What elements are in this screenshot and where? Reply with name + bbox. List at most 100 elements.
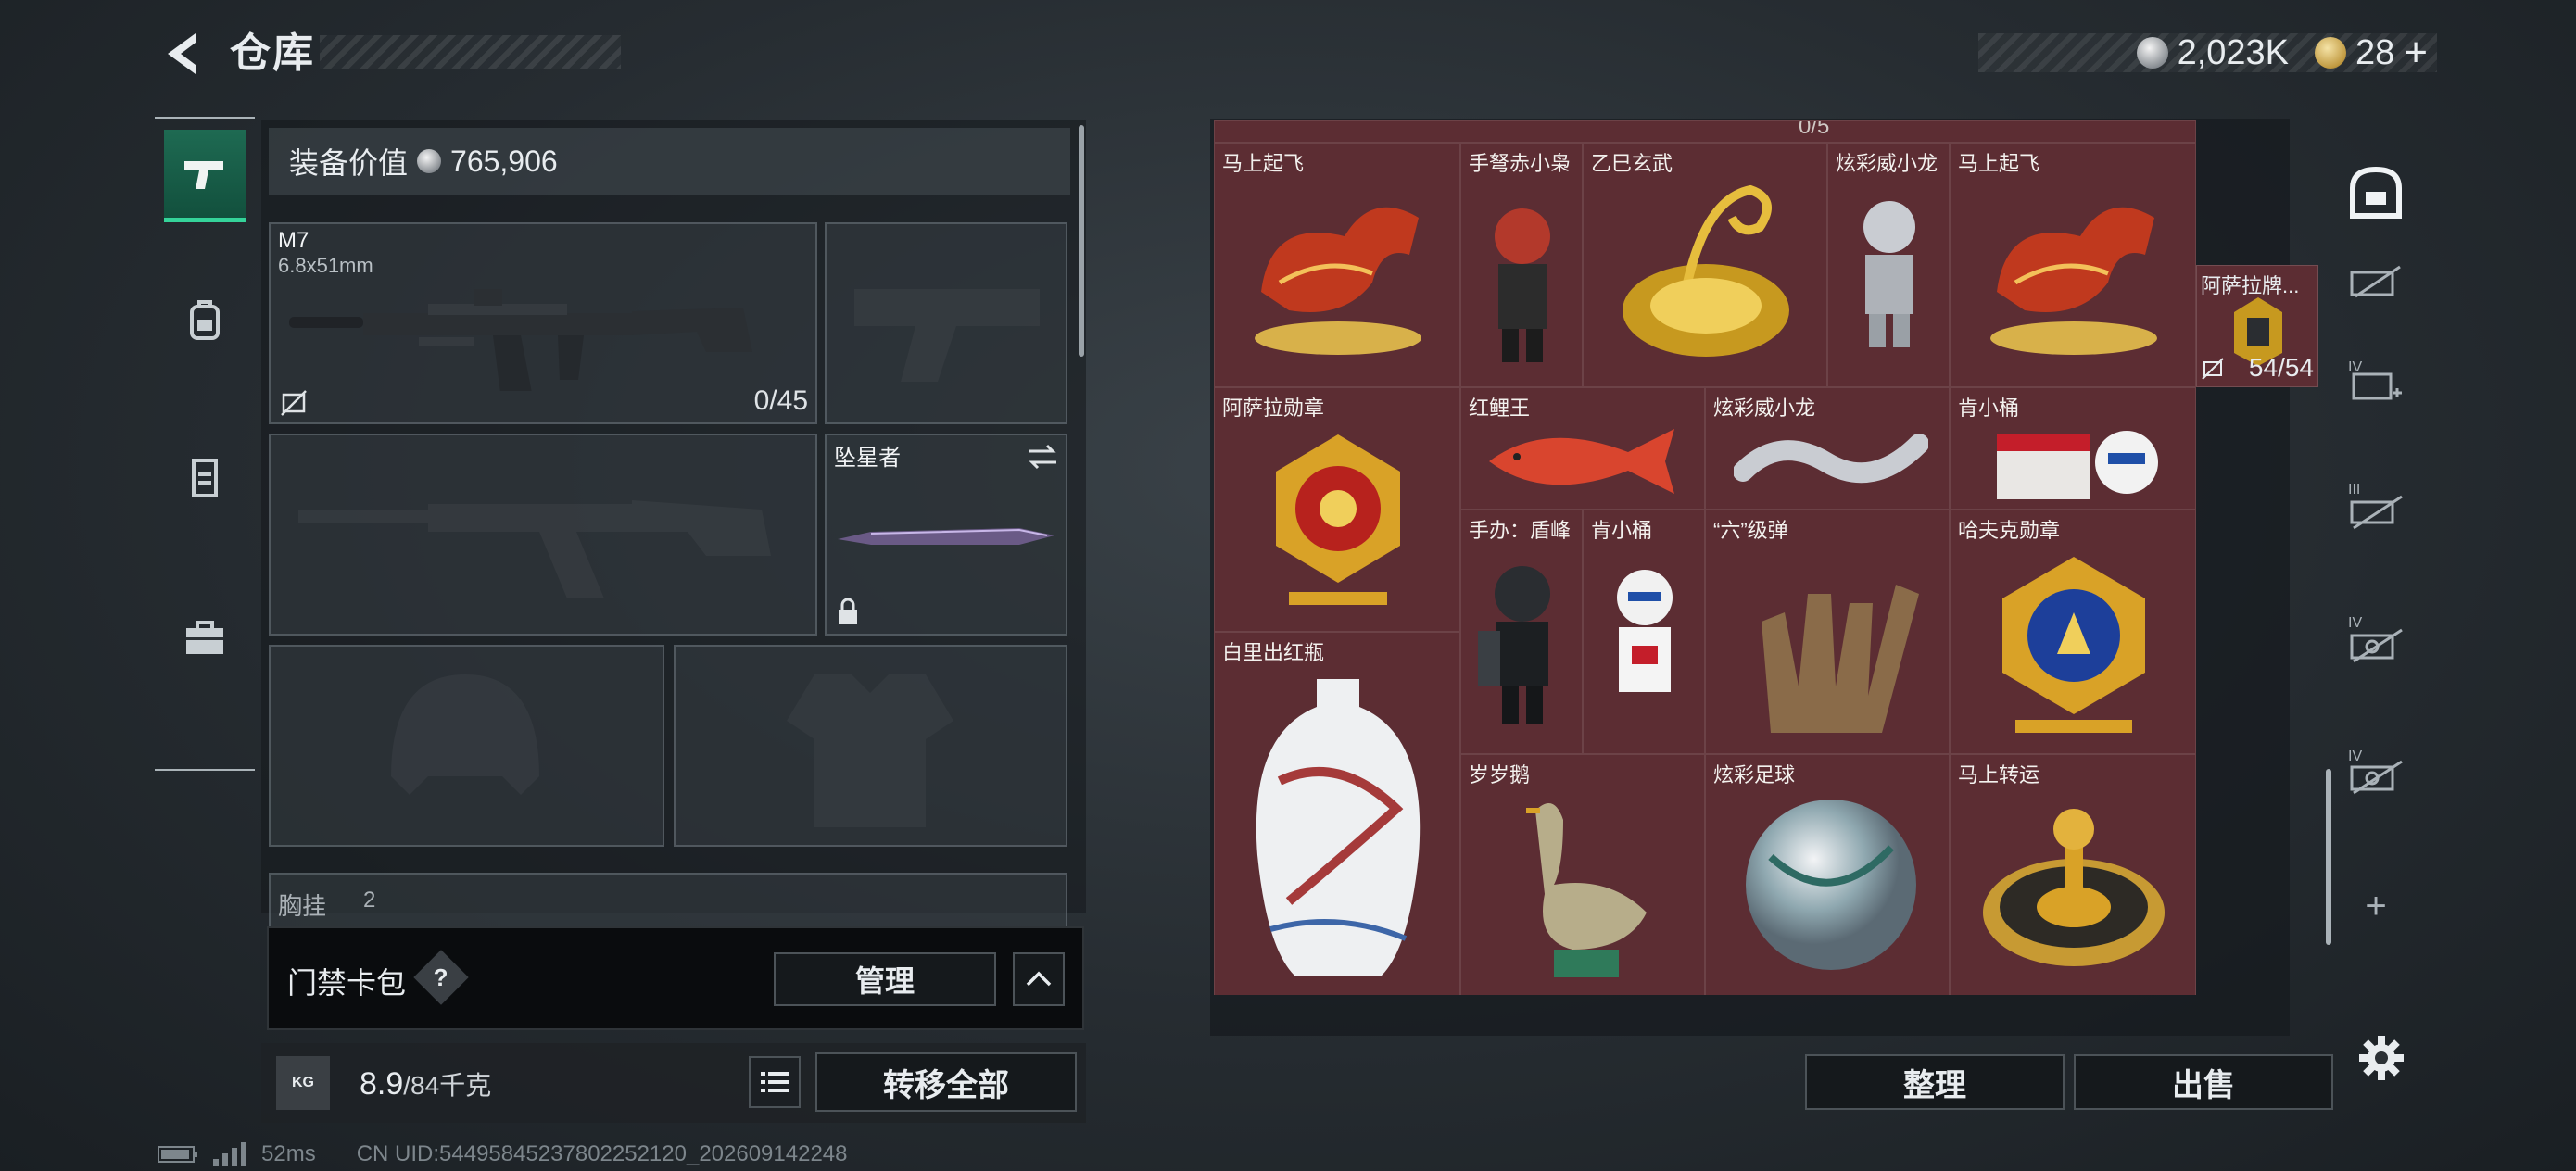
inventory-item[interactable]: 炫彩威小龙: [1827, 143, 1950, 387]
backpack-icon: [190, 300, 220, 340]
inventory-item[interactable]: “六”级弹: [1705, 510, 1950, 754]
signal-icon: [213, 1142, 246, 1166]
weapon-ammo: 0/45: [753, 385, 808, 416]
list-view-button[interactable]: [749, 1056, 801, 1108]
vase-icon: [1256, 679, 1421, 976]
back-button[interactable]: [153, 26, 208, 82]
inventory-item[interactable]: 阿萨拉勋章: [1214, 387, 1460, 632]
gold-coin-icon: [2315, 37, 2347, 69]
inventory-item[interactable]: 马上转运: [1950, 754, 2196, 995]
item-label: 肯小桶: [1591, 519, 1653, 542]
item-label: 马上转运: [1958, 763, 2040, 787]
inventory-grid[interactable]: 0/5 马上起飞 手弩赤小枭 乙巳玄武 炫彩威小龙 马上起飞 阿萨拉勋章 红鲤王…: [1214, 120, 2196, 995]
swap-icon[interactable]: [1027, 443, 1058, 471]
item-label: 手办：盾峰: [1469, 519, 1572, 542]
add-container-button[interactable]: +: [2342, 873, 2409, 939]
helmet-slot[interactable]: [269, 645, 664, 847]
transfer-all-button[interactable]: 转移全部: [815, 1052, 1077, 1112]
gold-amount: 28: [2355, 32, 2395, 72]
figure-silver-icon: [1863, 201, 1915, 347]
inventory-item[interactable]: 白里出红瓶: [1214, 632, 1460, 995]
nav-backpack[interactable]: [164, 274, 246, 367]
rail-container-3[interactable]: [2342, 478, 2409, 545]
list-icon: [761, 1072, 789, 1092]
chest-rig-label: 胸挂: [278, 892, 327, 920]
back-arrow-icon: [168, 33, 196, 74]
gold-serpent-icon: [1623, 184, 1789, 357]
primary-weapon-slot[interactable]: M7 6.8x51mm 0/45: [269, 222, 817, 424]
fish-icon: [1489, 429, 1674, 494]
fortune-wheel-icon: [1983, 809, 2165, 966]
chevron-up-icon: [1026, 971, 1052, 987]
item-label: 阿萨拉勋章: [1222, 397, 1325, 420]
no-attachment-icon: [2202, 358, 2224, 380]
collapse-button[interactable]: [1013, 952, 1065, 1006]
silver-dragon-icon: [1734, 434, 1928, 484]
item-label: 红鲤王: [1469, 397, 1531, 420]
bucket-figure-icon: [1997, 431, 2158, 499]
side-item-slot[interactable]: 阿萨拉牌... 54/54: [2196, 265, 2318, 387]
equipment-value: 765,906: [450, 144, 558, 178]
inventory-item[interactable]: 马上起飞: [1950, 143, 2196, 387]
inventory-item[interactable]: 肯小桶: [1950, 387, 2196, 510]
horse-statue-icon: [1990, 207, 2157, 355]
inventory-item[interactable]: 炫彩足球: [1705, 754, 1950, 995]
iridescent-ball-icon: [1746, 800, 1916, 970]
figure-red-icon: [1495, 208, 1550, 362]
equipment-value-header: 装备价值 765,906: [269, 128, 1070, 195]
inventory-item[interactable]: 炫彩威小龙: [1705, 387, 1950, 510]
melee-name: 坠星者: [834, 446, 901, 471]
inventory-item[interactable]: 肯小桶: [1583, 510, 1705, 754]
manage-button[interactable]: 管理: [774, 952, 996, 1006]
equipment-scrollbar[interactable]: [1079, 125, 1084, 357]
inventory-item[interactable]: 手弩赤小枭: [1460, 143, 1583, 387]
medal-blue-icon: [2002, 557, 2145, 733]
item-label: 岁岁鹅: [1469, 763, 1531, 787]
nav-case[interactable]: [164, 591, 246, 684]
inventory-scrollbar[interactable]: [2326, 769, 2331, 945]
help-question-mark: ?: [434, 963, 448, 991]
settings-button[interactable]: [2354, 1030, 2409, 1086]
rail-container-4[interactable]: [2342, 611, 2409, 678]
sell-button[interactable]: 出售: [2074, 1054, 2333, 1110]
rail-container-1[interactable]: [2342, 248, 2409, 315]
secondary-weapon-slot[interactable]: [269, 434, 817, 636]
nav-weapons[interactable]: [164, 130, 246, 222]
helmet-silhouette-icon: [391, 674, 539, 795]
bronze-hand-icon: [1762, 585, 1919, 733]
medal-red-icon: [1276, 434, 1400, 605]
goose-statue-icon: [1526, 803, 1647, 977]
inventory-item[interactable]: 马上起飞: [1214, 143, 1460, 387]
silver-amount: 2,023K: [2177, 32, 2290, 72]
nav-vest[interactable]: [164, 432, 246, 524]
inventory-item[interactable]: 乙巳玄武: [1583, 143, 1827, 387]
weight-capacity: /84千克: [403, 1071, 492, 1100]
rail-safe-box[interactable]: [2342, 159, 2409, 226]
case-icon: [2350, 628, 2403, 663]
title-decoration: [320, 35, 621, 69]
side-item-count: 54/54: [2248, 353, 2314, 382]
knife-icon: [838, 528, 1054, 545]
item-label: “六”级弹: [1713, 519, 1788, 542]
silver-coin-icon: [2136, 37, 2168, 69]
inventory-item[interactable]: 哈夫克勋章: [1950, 510, 2196, 754]
weight-current: 8.9: [360, 1066, 404, 1102]
pistol-slot[interactable]: [825, 222, 1067, 424]
melee-slot[interactable]: 坠星者: [825, 434, 1067, 636]
inventory-item[interactable]: 手办：盾峰: [1460, 510, 1583, 754]
sort-button[interactable]: 整理: [1805, 1054, 2065, 1110]
item-label: 白里出红瓶: [1222, 641, 1325, 664]
item-label: 肯小桶: [1958, 397, 2020, 420]
rail-container-5[interactable]: [2342, 743, 2409, 810]
inventory-item[interactable]: 红鲤王: [1460, 387, 1705, 510]
item-label: 炫彩威小龙: [1713, 397, 1816, 420]
rail-container-2[interactable]: [2342, 352, 2409, 419]
add-currency-button[interactable]: +: [2404, 30, 2428, 76]
safe-box-icon: [2350, 166, 2402, 219]
ammo-box-icon: [2350, 495, 2403, 530]
armor-slot[interactable]: [674, 645, 1067, 847]
item-label: 手弩赤小枭: [1469, 152, 1572, 175]
inventory-item[interactable]: 岁岁鹅: [1460, 754, 1705, 995]
chest-rig-slot[interactable]: 胸挂 2: [269, 873, 1067, 928]
briefcase-icon: [186, 621, 223, 654]
